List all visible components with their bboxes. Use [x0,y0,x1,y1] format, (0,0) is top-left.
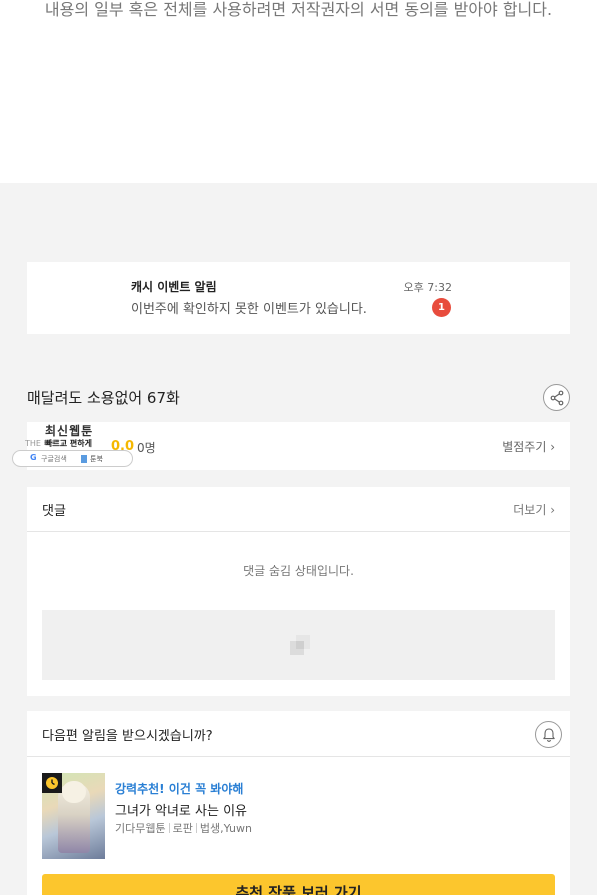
cash-event-alarm[interactable]: 캐시 이벤트 알림 이번주에 확인하지 못한 이벤트가 있습니다. 오후 7:3… [27,262,570,334]
next-episode-label: 다음편 알림을 받으시겠습니까? [42,729,213,744]
bell-icon [543,728,555,742]
recommendation-meta: 기다무웹툰 로판 법생,Yuwn [115,820,252,836]
comment-label: 댓글 [42,504,66,519]
image-placeholder-icon [290,635,310,655]
ad-placeholder[interactable] [42,610,555,680]
share-icon [550,390,564,406]
alarm-count-badge: 1 [432,298,451,317]
rating-count: 0명 [137,441,156,455]
recommendation-authors: 법생,Yuwn [199,822,252,835]
view-recommendation-button[interactable]: 추천 작품 보러 가기 [42,874,555,895]
toonbook-label: 툰북 [90,455,103,463]
floating-app-banner[interactable]: 최신웹툰 THE 빠르고 빠르고 편하게 G 구글검색 툰북 [12,421,134,468]
banner-title: 최신웹툰 [45,424,94,438]
recommendation-tag: 강력추천! 이건 꼭 봐야해 [115,782,244,796]
recommendation-category: 기다무웹툰 [115,822,166,835]
rate-button[interactable]: 별점주기 › [502,438,555,455]
comment-more-button[interactable]: 더보기 › [513,501,555,518]
banner-subtitle-right: 빠르고 편하게 [45,439,92,448]
thumbnail-head [62,781,86,803]
clock-icon [46,777,58,789]
episode-title: 매달려도 소용없어 67화 [27,389,180,407]
wait-free-badge [42,773,62,793]
book-icon [81,455,87,463]
comment-section: 댓글 더보기 › 댓글 숨김 상태입니다. [27,487,570,696]
banner-search-pill[interactable]: G 구글검색 툰북 [12,450,133,467]
comment-header: 댓글 더보기 › [27,487,570,532]
alarm-time: 오후 7:32 [403,281,452,294]
copyright-notice-area: 내용의 일부 혹은 전체를 사용하려면 저작권자의 서면 동의를 받아야 합니다… [0,0,597,183]
meta-divider [168,823,170,833]
comment-hidden-message: 댓글 숨김 상태입니다. [243,564,354,578]
next-episode-section: 다음편 알림을 받으시겠습니까? 강력추천! 이건 꼭 봐야해 그녀가 악녀로 … [27,711,570,895]
share-button[interactable] [543,384,570,411]
google-search-label: 구글검색 [41,455,67,463]
notify-bell-button[interactable] [535,721,562,748]
recommendation-title[interactable]: 그녀가 악녀로 사는 이유 [115,800,247,819]
alarm-title: 캐시 이벤트 알림 [131,280,217,294]
copyright-notice: 내용의 일부 혹은 전체를 사용하려면 저작권자의 서면 동의를 받아야 합니다… [44,0,553,19]
next-episode-header: 다음편 알림을 받으시겠습니까? [27,711,570,757]
alarm-message: 이번주에 확인하지 못한 이벤트가 있습니다. [131,302,367,317]
recommendation-genre: 로판 [172,822,193,835]
meta-divider [195,823,197,833]
google-icon: G [30,453,37,462]
